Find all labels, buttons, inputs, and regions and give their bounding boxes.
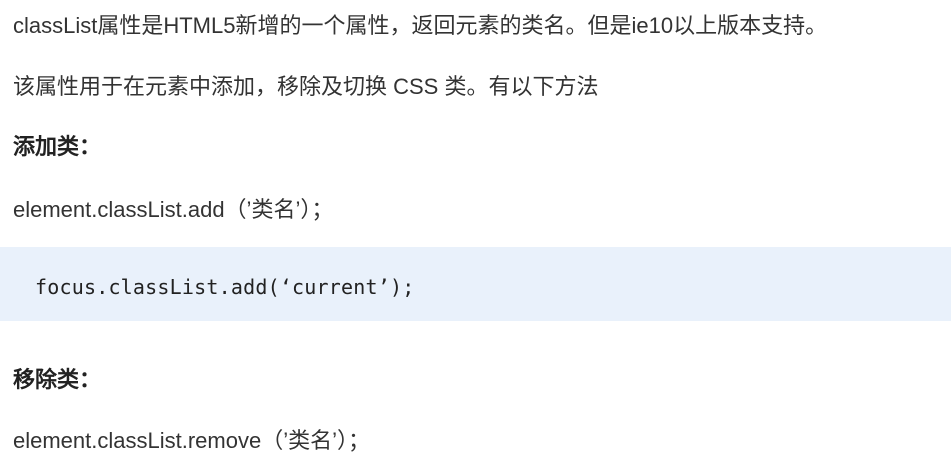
intro-line-2: 该属性用于在元素中添加，移除及切换 CSS 类。有以下方法 [13,74,599,99]
add-class-heading: 添加类： [13,134,102,159]
add-class-syntax: element.classList.add（’类名’）； [13,197,334,222]
intro-line-1: classList属性是HTML5新增的一个属性，返回元素的类名。但是ie10以… [13,13,828,38]
code-example-add: focus.classList.add(‘current’); [35,275,415,299]
document-page: classList属性是HTML5新增的一个属性，返回元素的类名。但是ie10以… [0,0,951,456]
remove-class-heading: 移除类： [13,367,102,392]
code-example-block: focus.classList.add(‘current’); [0,247,951,321]
remove-class-syntax: element.classList.remove（’类名’）； [13,428,370,453]
